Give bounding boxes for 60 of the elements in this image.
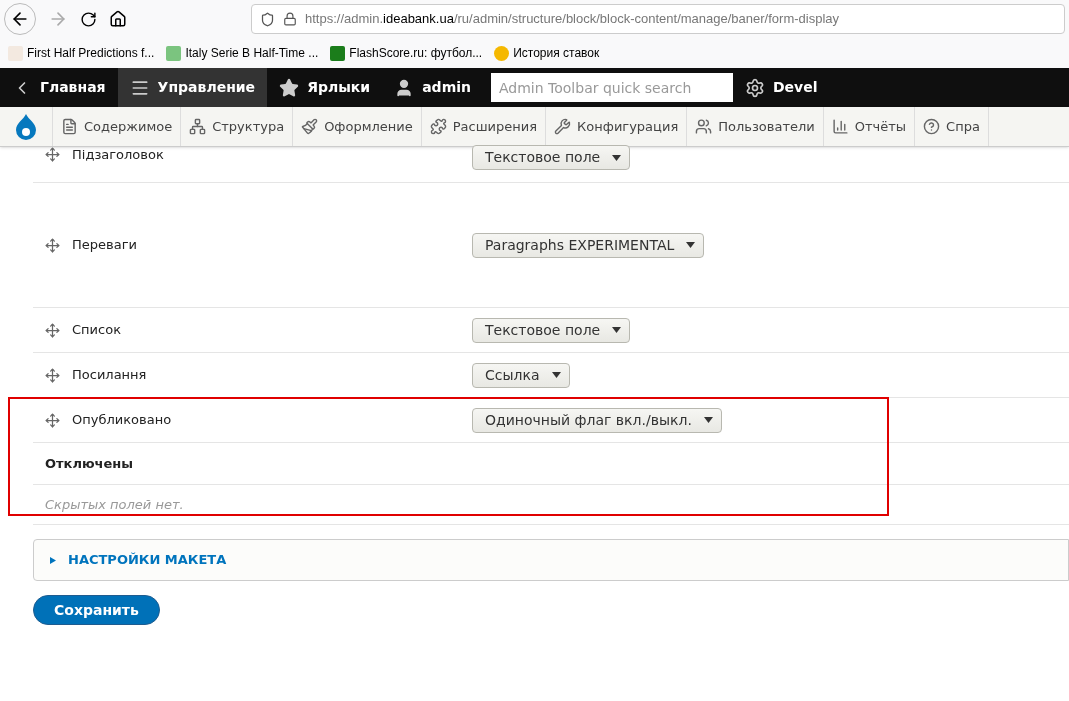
toolbar-tab[interactable]: Главная [0,68,118,107]
toolbar-search-field[interactable]: Admin Toolbar quick search [491,73,733,102]
bookmark[interactable]: FlashScore.ru: футбол... [330,44,483,62]
brush-icon [301,118,319,135]
hierarchy-icon [189,118,207,135]
url-text: https://admin.ideabank.ua/ru/admin/structure/block/block-content/manage/baner/form-display [305,10,839,29]
shield-icon [260,11,275,27]
address-bar[interactable]: https://admin.ideabank.ua/ru/admin/structure/block/block-content/manage/baner/form-display [251,4,1065,34]
tray-menu-item[interactable]: Оформление [293,107,422,146]
section-heading: Отключены [45,454,134,473]
save-button[interactable]: Сохранить [33,595,160,625]
favicon-icon [8,45,23,61]
puzzle-icon [429,118,447,135]
caret-icon [686,242,696,248]
drag-handle-icon[interactable] [45,237,60,253]
caret-icon [703,417,713,423]
lock-icon [283,12,297,26]
devel-menu[interactable]: Devel [733,77,830,98]
field-label: Опубликовано [72,411,172,430]
drag-handle-icon[interactable] [45,322,60,338]
tray-menu-item[interactable]: Структура [181,107,294,146]
document-icon [61,118,78,135]
caret-icon [612,154,622,161]
help-icon [923,118,941,135]
star-icon [279,77,300,98]
drag-handle-icon[interactable] [45,412,60,428]
tray-menu-item[interactable]: Спра [915,107,989,146]
toolbar-tab[interactable]: admin [382,68,483,107]
caret-icon [551,372,561,378]
layout-settings-toggle[interactable]: НАСТРОЙКИ МАКЕТА [50,550,227,570]
gear-icon [745,77,765,98]
bar-chart-icon [831,118,849,135]
bookmark[interactable]: First Half Predictions f... [8,44,155,62]
widget-select[interactable]: Paragraphs EXPERIMENTAL [472,232,705,258]
drag-handle-icon[interactable] [45,147,60,163]
home-icon[interactable] [109,10,127,28]
tray-menu-item[interactable]: Содержимое [53,107,182,146]
reload-icon[interactable] [80,10,97,28]
wrench-icon [554,118,572,135]
caret-icon [612,327,622,333]
toolbar-tab[interactable]: Управление [117,68,268,107]
empty-message: Скрытых полей нет. [45,495,184,514]
toolbar-tab[interactable]: Ярлыки [267,68,383,107]
field-label: Переваги [72,236,137,255]
users-icon [695,118,713,135]
widget-select[interactable]: Текстовое поле [472,317,631,343]
widget-select[interactable]: Текстовое поле [472,145,631,170]
bookmark[interactable]: Italy Serie B Half-Time ... [166,44,319,62]
field-label: Посилання [72,366,147,385]
drag-handle-icon[interactable] [45,367,60,383]
tray-menu-item[interactable]: Отчёты [823,107,916,146]
widget-select[interactable]: Одиночный флаг вкл./выкл. [472,407,722,433]
field-label: Список [72,321,121,340]
favicon-icon [166,45,182,61]
tray-menu-item[interactable]: Пользователи [687,107,824,146]
widget-select[interactable]: Ссылка [472,362,570,388]
field-label: Підзаголовок [72,146,164,164]
favicon-icon [330,45,346,61]
bookmark[interactable]: История ставок [494,44,600,62]
favicon-icon [494,45,510,61]
